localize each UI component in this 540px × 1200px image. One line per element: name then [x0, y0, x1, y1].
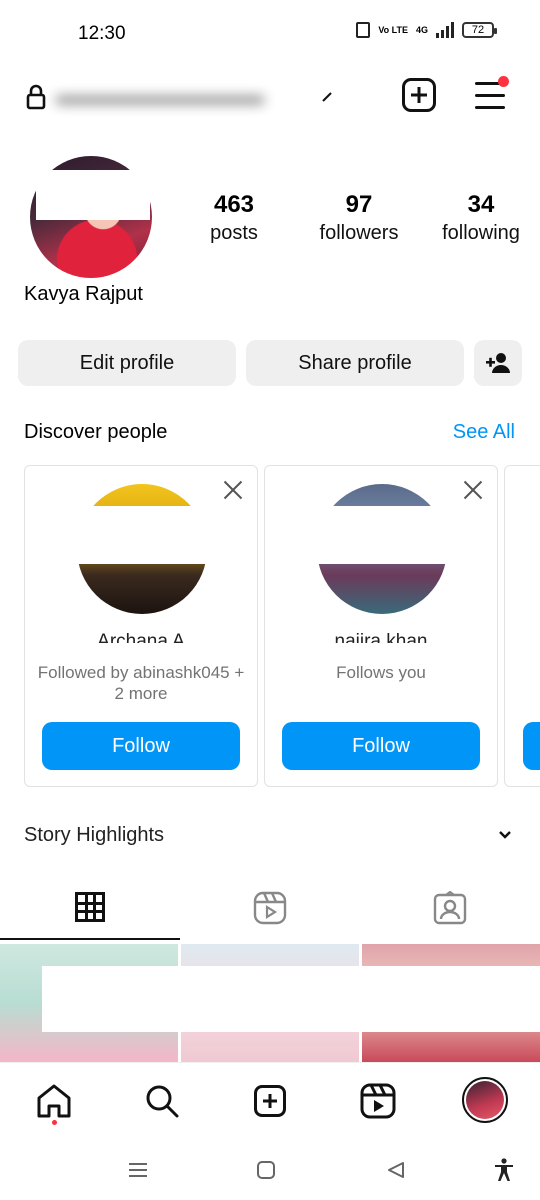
system-navigation	[0, 1140, 540, 1200]
stat-followers-label: followers	[319, 222, 399, 244]
profile-actions: Edit profile Share profile	[18, 340, 522, 386]
tab-posts-grid[interactable]	[0, 876, 180, 940]
search-icon	[146, 1085, 179, 1118]
tab-reels[interactable]	[180, 876, 360, 940]
follow-button[interactable]: Follow	[282, 722, 480, 770]
stat-posts[interactable]: 463 posts	[196, 188, 272, 245]
suggestion-subtitle: Followed by abinashk045 + 2 more	[37, 663, 245, 703]
edit-profile-button[interactable]: Edit profile	[18, 340, 236, 386]
menu-icon[interactable]	[475, 76, 509, 110]
chevron-down-icon[interactable]	[498, 830, 512, 840]
create-icon	[254, 1085, 286, 1117]
network-type-label: 4G	[415, 24, 428, 35]
chevron-down-icon[interactable]	[320, 90, 334, 104]
close-icon[interactable]	[463, 480, 483, 500]
home-activity-dot	[52, 1120, 57, 1125]
stat-following[interactable]: 34 following	[436, 188, 526, 245]
suggestion-subtitle: Follows you	[336, 663, 426, 682]
close-icon[interactable]	[223, 480, 243, 500]
profile-top-bar: ▬▬▬▬▬▬▬▬	[0, 66, 540, 130]
suggestion-name[interactable]: Archana A	[25, 630, 257, 643]
discover-people-button[interactable]	[474, 340, 522, 386]
share-profile-button[interactable]: Share profile	[246, 340, 464, 386]
status-icons: Vo LTE 4G 72	[356, 22, 497, 38]
profile-avatar	[466, 1081, 504, 1119]
profile-stats: 463 posts 97 followers 34 following	[196, 188, 526, 245]
volte-label: Vo LTE	[378, 24, 408, 35]
profile-tabs	[0, 876, 540, 942]
nav-reels[interactable]	[358, 1081, 398, 1121]
notification-dot	[498, 76, 509, 87]
nav-search[interactable]	[142, 1081, 182, 1121]
tagged-icon	[433, 891, 467, 925]
stat-followers-count: 97	[345, 191, 373, 214]
signal-icon	[436, 22, 454, 38]
redaction-mask	[65, 506, 225, 564]
tab-tagged[interactable]	[360, 876, 540, 940]
stat-posts-count: 463	[213, 191, 255, 214]
discover-people-title: Discover people	[24, 421, 168, 443]
status-bar: 12:30 Vo LTE 4G 72	[0, 0, 540, 66]
recents-icon	[129, 1163, 147, 1177]
lock-icon	[26, 84, 46, 110]
suggestion-card[interactable]: Archana A Followed by abinashk045 + 2 mo…	[24, 465, 258, 787]
stat-posts-label: posts	[210, 222, 258, 244]
suggestion-card[interactable]: najira khan Follows you Follow	[264, 465, 498, 787]
vibrate-icon	[356, 22, 371, 38]
accessibility-button[interactable]	[492, 1158, 516, 1182]
back-button[interactable]	[384, 1158, 408, 1182]
nav-create[interactable]	[250, 1081, 290, 1121]
story-highlights-title[interactable]: Story Highlights	[24, 824, 164, 847]
nav-profile-avatar[interactable]	[462, 1077, 508, 1123]
nav-home[interactable]	[34, 1081, 74, 1121]
username-blurred[interactable]: ▬▬▬▬▬▬▬▬	[56, 80, 264, 111]
add-user-icon	[486, 353, 510, 373]
suggestion-card-partial[interactable]	[504, 465, 540, 787]
stat-following-count: 34	[467, 191, 495, 214]
grid-icon	[75, 892, 105, 922]
bottom-navigation	[0, 1062, 540, 1136]
redaction-mask	[36, 170, 150, 220]
new-post-icon[interactable]	[402, 78, 436, 112]
suggestion-name[interactable]: najira khan	[265, 630, 497, 643]
redaction-mask	[305, 506, 465, 564]
back-icon	[388, 1162, 404, 1178]
status-time: 12:30	[78, 23, 126, 44]
home-icon	[37, 1084, 71, 1118]
display-name: Kavya Rajput	[24, 283, 143, 305]
recents-button[interactable]	[126, 1158, 150, 1182]
redaction-mask	[42, 966, 540, 1032]
follow-button[interactable]: Follow	[42, 722, 240, 770]
home-icon	[257, 1161, 275, 1179]
stat-following-label: following	[442, 222, 520, 244]
battery-icon: 72	[462, 22, 497, 38]
reels-icon	[360, 1083, 396, 1119]
reels-icon	[253, 891, 287, 925]
stat-followers[interactable]: 97 followers	[302, 188, 416, 245]
follow-button[interactable]	[523, 722, 540, 770]
system-home-button[interactable]	[254, 1158, 278, 1182]
see-all-link[interactable]: See All	[453, 421, 515, 444]
accessibility-icon	[495, 1158, 513, 1181]
